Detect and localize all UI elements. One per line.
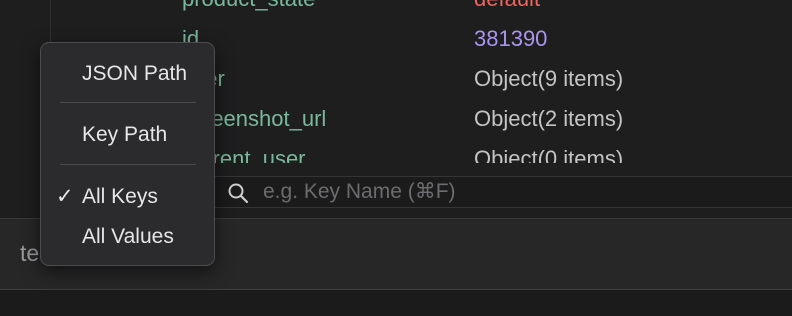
menu-separator [60,102,196,103]
menu-separator [60,164,196,165]
json-value: Object(0 items) [474,146,624,163]
json-value: 381390 [474,26,548,51]
filter-search-bar [214,176,792,208]
json-value: default [474,0,540,19]
menu-item-json-path[interactable]: JSON Path [41,57,214,91]
checkmark-icon: ✓ [56,185,74,208]
search-scope-menu: JSON Path Key Path ✓ All Keys All Values [40,42,215,266]
menu-item-label: Key Path [82,123,168,146]
json-value: Object(2 items) [474,106,624,131]
footer-bar [0,290,792,316]
menu-item-label: JSON Path [82,62,188,85]
menu-item-label: All Keys [82,185,158,208]
menu-item-label: All Values [82,225,174,248]
json-key: product_state [182,0,315,19]
menu-item-all-keys[interactable]: ✓ All Keys [41,180,214,214]
json-row[interactable]: product_state default [0,0,792,19]
magnifier-icon [228,183,249,204]
menu-item-key-path[interactable]: Key Path [41,118,214,152]
filter-search-input[interactable] [263,177,783,207]
menu-item-all-values[interactable]: All Values [41,220,214,254]
json-value: Object(9 items) [474,66,624,91]
